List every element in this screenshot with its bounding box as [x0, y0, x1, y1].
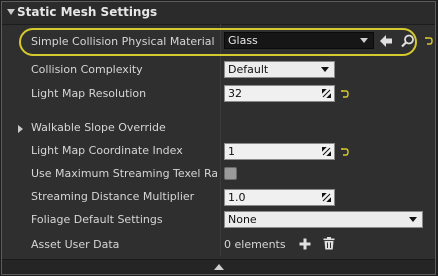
walkable-slope-label: Walkable Slope Override [31, 121, 166, 134]
row-light-map-resolution: Light Map Resolution 32 [2, 83, 435, 106]
streaming-distance-value: 1.0 [228, 191, 246, 204]
search-icon[interactable] [401, 34, 415, 48]
collision-complexity-value: Default [228, 63, 269, 76]
category-title: Static Mesh Settings [17, 5, 158, 19]
streaming-distance-input[interactable]: 1.0 [224, 189, 335, 206]
asset-user-data-label: Asset User Data [31, 238, 120, 251]
row-use-max-streaming-texel-ratio: Use Maximum Streaming Texel Ratio [2, 163, 435, 186]
row-streaming-distance-multiplier: Streaming Distance Multiplier 1.0 [2, 186, 435, 209]
physical-material-combo[interactable]: Glass [224, 32, 374, 49]
drag-resize-icon[interactable] [322, 193, 331, 202]
dropdown-arrow-icon [409, 217, 417, 222]
row-light-map-coordinate-index: Light Map Coordinate Index 1 [2, 140, 435, 163]
expand-arrow-icon[interactable] [18, 125, 23, 133]
foliage-default-label: Foliage Default Settings [31, 213, 163, 226]
light-map-resolution-input[interactable]: 32 [224, 85, 335, 102]
chevron-up-icon[interactable] [214, 264, 224, 270]
plus-icon[interactable] [299, 238, 311, 250]
row-foliage-default-settings: Foliage Default Settings None [2, 209, 435, 232]
left-arrow-icon[interactable] [379, 34, 393, 48]
trash-icon[interactable] [323, 237, 335, 250]
simple-collision-label: Simple Collision Physical Material [31, 35, 215, 48]
drag-resize-icon[interactable] [322, 147, 331, 156]
streaming-distance-label: Streaming Distance Multiplier [31, 190, 195, 203]
collapse-triangle-icon[interactable] [7, 9, 15, 15]
drag-resize-icon[interactable] [322, 89, 331, 98]
foliage-default-value: None [228, 213, 257, 226]
row-walkable-slope-override[interactable]: Walkable Slope Override [2, 117, 435, 140]
use-max-streaming-checkbox[interactable] [224, 167, 237, 180]
foliage-default-combo[interactable]: None [224, 211, 423, 228]
light-map-coord-input[interactable]: 1 [224, 143, 335, 160]
light-map-resolution-value: 32 [228, 87, 242, 100]
light-map-resolution-label: Light Map Resolution [31, 87, 147, 100]
light-map-coord-value: 1 [228, 145, 235, 158]
dropdown-arrow-icon [360, 38, 368, 43]
static-mesh-settings-panel: Static Mesh Settings Simple Collision Ph… [1, 1, 436, 275]
row-simple-collision-physical-material: Simple Collision Physical Material Glass [2, 31, 435, 54]
row-asset-user-data: Asset User Data 0 elements [2, 234, 435, 257]
dropdown-arrow-icon [321, 67, 329, 72]
reset-to-default-icon[interactable] [340, 148, 349, 156]
asset-user-data-count: 0 elements [224, 238, 286, 251]
collision-complexity-label: Collision Complexity [31, 63, 143, 76]
reset-to-default-icon[interactable] [424, 37, 433, 45]
row-collision-complexity: Collision Complexity Default [2, 59, 435, 82]
category-header[interactable]: Static Mesh Settings [2, 2, 435, 25]
collision-complexity-combo[interactable]: Default [224, 61, 335, 78]
light-map-coord-label: Light Map Coordinate Index [31, 144, 183, 157]
use-max-streaming-label: Use Maximum Streaming Texel Ratio [31, 167, 217, 180]
physical-material-value: Glass [228, 34, 258, 47]
collapse-footer[interactable] [2, 259, 435, 274]
reset-to-default-icon[interactable] [340, 90, 349, 98]
